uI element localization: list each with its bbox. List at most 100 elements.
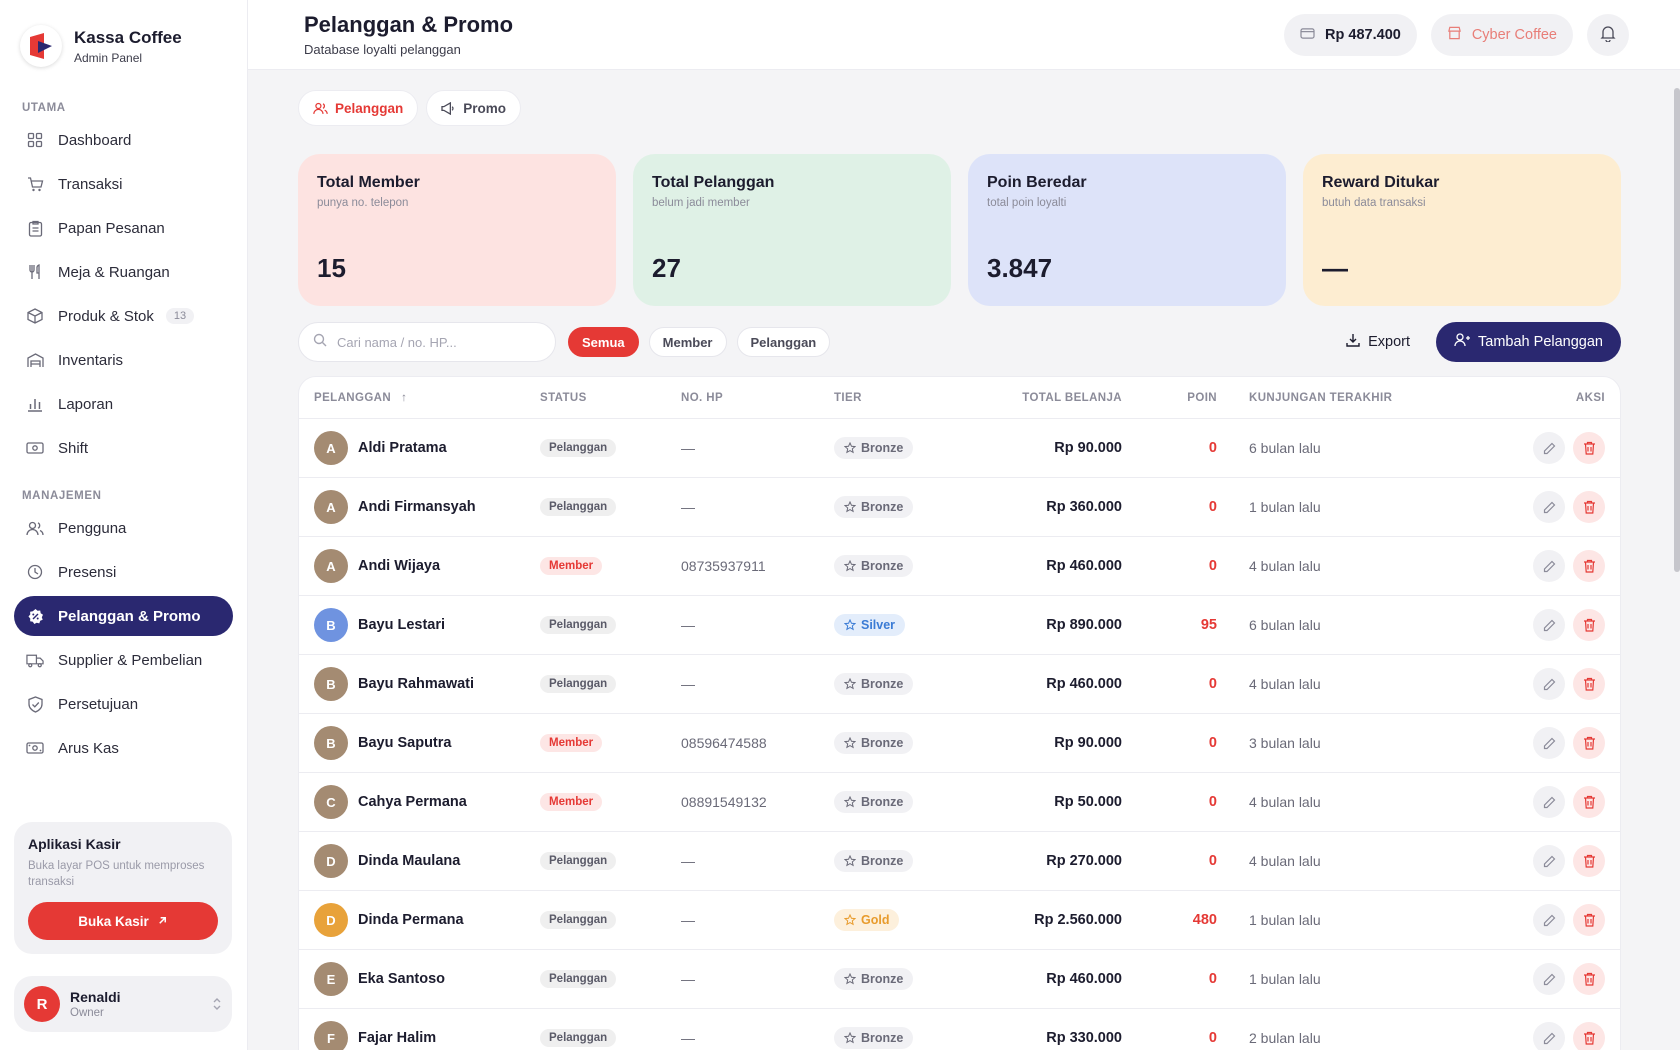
tier-label: Bronze <box>861 559 904 573</box>
customer-name[interactable]: Bayu Rahmawati <box>358 676 474 692</box>
delete-button[interactable] <box>1573 609 1605 641</box>
delete-button[interactable] <box>1573 491 1605 523</box>
sidebar-item-papan-pesanan[interactable]: Papan Pesanan <box>14 208 233 248</box>
sidebar-item-transaksi[interactable]: Transaksi <box>14 164 233 204</box>
filter-chip-pelanggan[interactable]: Pelanggan <box>736 327 831 357</box>
delete-button[interactable] <box>1573 1022 1605 1050</box>
open-kasir-button[interactable]: Buka Kasir <box>28 902 218 940</box>
sidebar-item-meja-ruangan[interactable]: Meja & Ruangan <box>14 252 233 292</box>
tier-badge: Bronze <box>834 437 914 459</box>
shield-check-icon <box>26 695 44 713</box>
filter-chip-semua[interactable]: Semua <box>568 327 639 357</box>
table-row[interactable]: D Dinda Maulana Pelanggan — Bronze Rp 270.000… <box>299 832 1620 891</box>
user-menu[interactable]: R Renaldi Owner <box>14 976 232 1032</box>
edit-button[interactable] <box>1533 1022 1565 1050</box>
table-row[interactable]: A Andi Firmansyah Pelanggan — Bronze Rp 360.0… <box>299 478 1620 537</box>
table-row[interactable]: B Bayu Lestari Pelanggan — Silver Rp 890.000 9… <box>299 596 1620 655</box>
edit-button[interactable] <box>1533 668 1565 700</box>
edit-button[interactable] <box>1533 963 1565 995</box>
add-customer-button[interactable]: Tambah Pelanggan <box>1436 322 1621 362</box>
edit-button[interactable] <box>1533 786 1565 818</box>
table-row[interactable]: B Bayu Rahmawati Pelanggan — Bronze Rp 460.00… <box>299 655 1620 714</box>
tier-label: Bronze <box>861 1031 904 1045</box>
customer-name[interactable]: Cahya Permana <box>358 794 467 810</box>
table-row[interactable]: B Bayu Saputra Member 08596474588 Bronze Rp 9… <box>299 714 1620 773</box>
edit-button[interactable] <box>1533 904 1565 936</box>
customer-name[interactable]: Fajar Halim <box>358 1030 436 1046</box>
table-row[interactable]: A Andi Wijaya Member 08735937911 Bronze Rp 46… <box>299 537 1620 596</box>
tier-label: Bronze <box>861 854 904 868</box>
customer-name[interactable]: Andi Firmansyah <box>358 499 476 515</box>
customer-name[interactable]: Bayu Saputra <box>358 735 451 751</box>
delete-button[interactable] <box>1573 845 1605 877</box>
edit-button[interactable] <box>1533 727 1565 759</box>
header-pelanggan[interactable]: PELANGGAN ↑ <box>299 392 540 404</box>
edit-button[interactable] <box>1533 845 1565 877</box>
filter-chip-member[interactable]: Member <box>648 327 727 357</box>
tier-badge: Bronze <box>834 496 914 518</box>
customer-name[interactable]: Dinda Maulana <box>358 853 460 869</box>
sidebar-item-pengguna[interactable]: Pengguna <box>14 508 233 548</box>
sidebar-item-pelanggan-promo[interactable]: Pelanggan & Promo <box>14 596 233 636</box>
brand[interactable]: Kassa Coffee Admin Panel <box>0 0 247 70</box>
table-row[interactable]: F Fajar Halim Pelanggan — Bronze Rp 330.000 0 2… <box>299 1009 1620 1050</box>
cell-tier: Bronze <box>834 791 954 813</box>
scrollbar-thumb[interactable] <box>1674 88 1680 572</box>
table-row[interactable]: E Eka Santoso Pelanggan — Bronze Rp 460.000 0 1… <box>299 950 1620 1009</box>
cash-balance[interactable]: Rp 487.400 <box>1284 14 1417 56</box>
page-title: Pelanggan & Promo <box>304 12 514 37</box>
edit-button[interactable] <box>1533 550 1565 582</box>
cell-total-belanja: Rp 330.000 <box>1046 1030 1122 1046</box>
customer-name[interactable]: Dinda Permana <box>358 912 464 928</box>
delete-button[interactable] <box>1573 963 1605 995</box>
user-plus-icon <box>1454 333 1471 351</box>
customer-name[interactable]: Andi Wijaya <box>358 558 440 574</box>
stat-subtitle: total poin loyalti <box>987 197 1067 209</box>
edit-button[interactable] <box>1533 609 1565 641</box>
tier-badge: Bronze <box>834 791 914 813</box>
sidebar-item-presensi[interactable]: Presensi <box>14 552 233 592</box>
cell-tier: Bronze <box>834 555 954 577</box>
table-row[interactable]: A Aldi Pratama Pelanggan — Bronze Rp 90.000 0 6… <box>299 419 1620 478</box>
search-input[interactable] <box>337 334 537 350</box>
delete-button[interactable] <box>1573 668 1605 700</box>
tab-pelanggan[interactable]: Pelanggan <box>298 90 419 126</box>
stat-subtitle: punya no. telepon <box>317 197 409 209</box>
store-selector[interactable]: Cyber Coffee <box>1430 14 1573 56</box>
edit-button[interactable] <box>1533 432 1565 464</box>
stat-subtitle: belum jadi member <box>652 197 750 209</box>
delete-button[interactable] <box>1573 904 1605 936</box>
customer-name[interactable]: Aldi Pratama <box>358 440 447 456</box>
delete-button[interactable] <box>1573 550 1605 582</box>
edit-button[interactable] <box>1533 491 1565 523</box>
delete-button[interactable] <box>1573 727 1605 759</box>
trash-icon <box>1583 559 1596 573</box>
sidebar-item-produk-stok[interactable]: Produk & Stok 13 <box>14 296 233 336</box>
delete-button[interactable] <box>1573 432 1605 464</box>
cell-status: Pelanggan <box>540 1029 681 1047</box>
notification-button[interactable] <box>1587 14 1629 56</box>
table-row[interactable]: D Dinda Permana Pelanggan — Gold Rp 2.560.000… <box>299 891 1620 950</box>
sidebar-item-inventaris[interactable]: Inventaris <box>14 340 233 380</box>
delete-button[interactable] <box>1573 786 1605 818</box>
sidebar-item-dashboard[interactable]: Dashboard <box>14 120 233 160</box>
page-scrollbar[interactable] <box>1673 78 1680 1018</box>
avatar: D <box>314 903 348 937</box>
star-icon <box>844 973 856 985</box>
users-icon <box>26 519 44 537</box>
trash-icon <box>1583 795 1596 809</box>
sidebar-item-supplier-pembelian[interactable]: Supplier & Pembelian <box>14 640 233 680</box>
tab-promo[interactable]: Promo <box>426 90 522 126</box>
sidebar-item-laporan[interactable]: Laporan <box>14 384 233 424</box>
sidebar-item-arus-kas[interactable]: Arus Kas <box>14 728 233 768</box>
trash-icon <box>1583 972 1596 986</box>
header-kunjungan[interactable]: KUNJUNGAN TERAKHIR <box>1217 392 1477 404</box>
export-button[interactable]: Export <box>1332 333 1424 351</box>
table-row[interactable]: C Cahya Permana Member 08891549132 Bronze Rp … <box>299 773 1620 832</box>
sidebar-item-persetujuan[interactable]: Persetujuan <box>14 684 233 724</box>
header-total[interactable]: TOTAL BELANJA <box>954 392 1122 404</box>
customer-name[interactable]: Eka Santoso <box>358 971 445 987</box>
sidebar-item-shift[interactable]: Shift <box>14 428 233 468</box>
customer-name[interactable]: Bayu Lestari <box>358 617 445 633</box>
search-icon <box>313 333 327 352</box>
